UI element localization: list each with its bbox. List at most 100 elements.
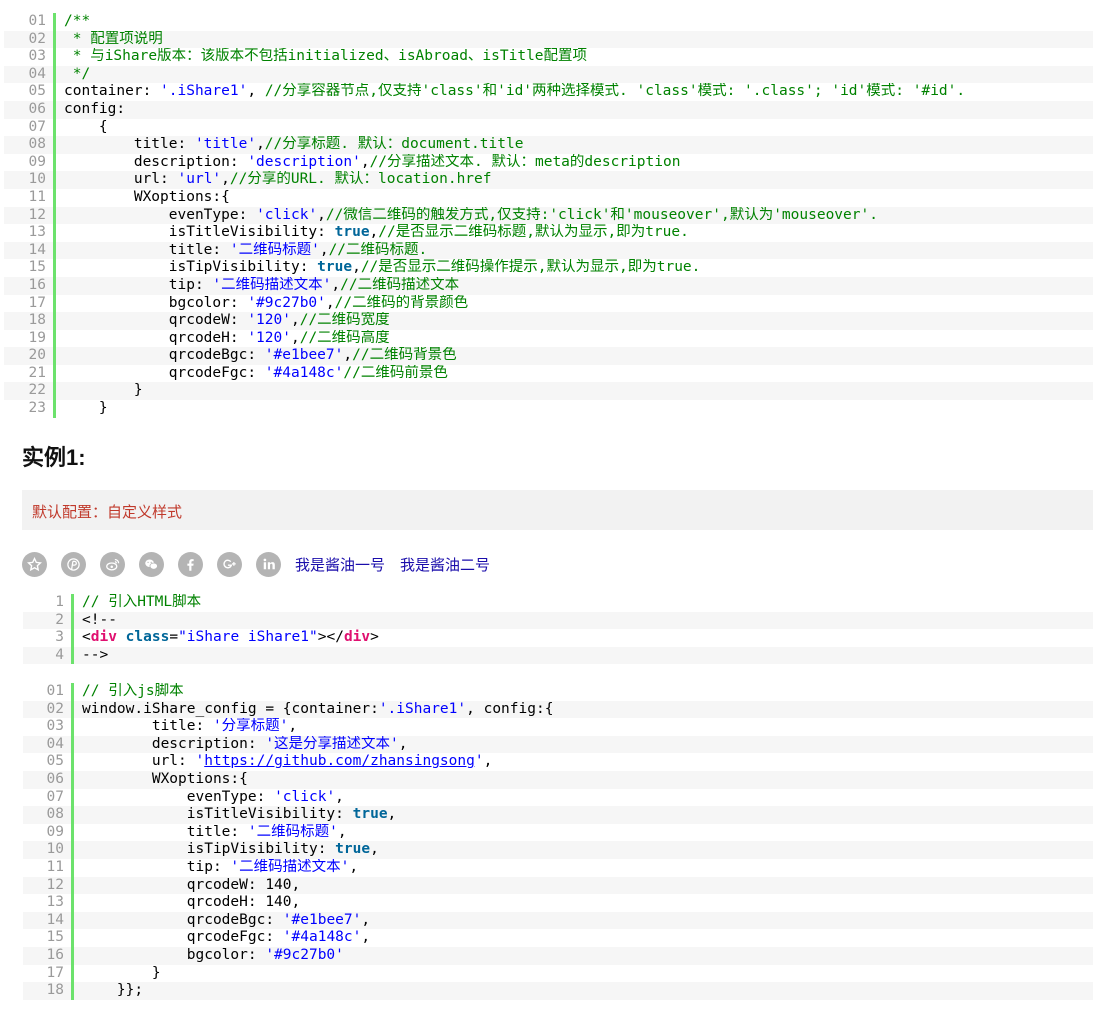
code-token: true <box>352 806 388 823</box>
code-token: , <box>290 312 300 329</box>
code-text: qrcodeW: 140, <box>74 877 1093 895</box>
share-link-one[interactable]: 我是酱油一号 <box>295 554 385 575</box>
wechat-icon[interactable] <box>139 551 164 577</box>
code-text: evenType: 'click',//微信二维码的触发方式,仅支持:'clic… <box>56 207 1093 225</box>
code-token: '#e1bee7' <box>264 347 344 364</box>
line-number: 22 <box>28 382 46 399</box>
line-number: 11 <box>28 188 46 205</box>
code-token: , <box>288 718 298 735</box>
line-number: 15 <box>28 259 46 276</box>
code-token: //二维码的背景颜色 <box>334 294 469 311</box>
code-text: // 引入js脚本 <box>74 683 1093 701</box>
code-token: //微信二维码的触发方式,仅支持:'click'和'mouseover',默认为… <box>325 206 878 223</box>
line-number: 01 <box>28 13 46 29</box>
code-text: <div class="iShare iShare1"></div> <box>74 629 1093 647</box>
code-line: 3 <div class="iShare iShare1"></div> <box>23 629 1093 647</box>
code-token: '120' <box>247 312 291 329</box>
code-token: , <box>290 329 300 346</box>
code-token: , <box>256 136 265 153</box>
code-token: div <box>90 629 117 646</box>
code-line: 06 config: <box>4 100 1093 119</box>
star-icon[interactable] <box>22 551 47 577</box>
line-number: 09 <box>46 823 64 840</box>
code-token: * 配置项说明 <box>64 30 163 47</box>
code-text: bgcolor: '#9c27b0' <box>74 947 1093 965</box>
code-token: config: <box>64 100 126 117</box>
line-number: 12 <box>28 206 46 223</box>
code-text: qrcodeBgc: '#e1bee7', <box>74 912 1093 930</box>
code-token[interactable]: https://github.com/zhansingsong <box>204 753 475 769</box>
code-text: qrcodeFgc: '#4a148c'//二维码前景色 <box>56 365 1093 383</box>
line-number: 03 <box>46 718 64 735</box>
code-text: */ <box>56 66 1093 84</box>
code-line: 09 description: 'description',//分享描述文本. … <box>4 153 1093 172</box>
line-number: 02 <box>28 30 46 47</box>
code-token: 'click' <box>256 206 318 223</box>
code-token: //二维码标题. <box>328 241 428 258</box>
line-number: 16 <box>28 276 46 293</box>
code-token: //是否显示二维码标题,默认为显示,即为true. <box>378 224 689 241</box>
code-token: // 引入js脚本 <box>82 683 184 699</box>
code-token: //分享描述文本. 默认：meta的description <box>369 153 681 170</box>
line-number: 07 <box>28 118 46 135</box>
code-line: 09 title: '二维码标题', <box>23 823 1093 842</box>
code-text: } <box>56 382 1093 400</box>
code-text: WXoptions:{ <box>74 771 1093 789</box>
line-number: 13 <box>46 894 64 911</box>
code-token: '二维码标题' <box>229 241 320 258</box>
example-heading: 实例1: <box>22 445 86 470</box>
share-link-two[interactable]: 我是酱油二号 <box>400 554 490 575</box>
code-token: //二维码宽度 <box>299 312 390 329</box>
code-text: --> <box>74 647 1093 665</box>
note-box: 默认配置：自定义样式 <box>22 490 1093 530</box>
code-token: '#e1bee7' <box>282 911 362 928</box>
code-token: , <box>319 241 329 258</box>
line-number: 14 <box>46 911 64 928</box>
code-token: qrcodeFgc: <box>82 929 283 946</box>
code-token: url: <box>82 753 196 770</box>
code-text: container: '.iShare1', //分享容器节点,仅支持'clas… <box>56 83 1093 101</box>
line-number: 10 <box>46 841 64 858</box>
code-token: , config:{ <box>466 700 554 717</box>
code-token: bgcolor: <box>82 946 266 963</box>
code-line: 2 <!-- <box>23 611 1093 630</box>
code-text: // 引入HTML脚本 <box>74 594 1093 612</box>
code-text: evenType: 'click', <box>74 789 1093 807</box>
line-number: 23 <box>28 400 46 417</box>
code-token: isTipVisibility: <box>64 259 318 276</box>
code-token: qrcodeH: <box>64 329 248 346</box>
code-token: , <box>221 171 230 188</box>
code-token: isTipVisibility: <box>82 841 336 858</box>
line-number: 03 <box>28 48 46 65</box>
code-token: --> <box>82 646 109 663</box>
line-number: 14 <box>28 241 46 258</box>
code-token: 'title' <box>194 136 257 153</box>
code-token: title: <box>82 718 213 735</box>
weibo-icon[interactable] <box>100 551 125 577</box>
code-token: tip: <box>64 276 213 293</box>
line-number: 06 <box>28 100 46 117</box>
google-plus-icon[interactable] <box>217 551 242 577</box>
code-text: qrcodeBgc: '#e1bee7',//二维码背景色 <box>56 347 1093 365</box>
code-line: 17 } <box>23 964 1093 983</box>
linkedin-icon[interactable] <box>256 551 281 577</box>
line-number: 18 <box>46 982 64 999</box>
line-number: 4 <box>55 646 64 663</box>
code-line: 18 }}; <box>23 982 1093 1000</box>
line-number: 17 <box>28 294 46 311</box>
code-line: 23 } <box>4 400 1093 418</box>
code-token: '#4a148c' <box>264 364 344 381</box>
code-line: 13 isTitleVisibility: true,//是否显示二维码标题,默… <box>4 224 1093 242</box>
code-line: 19 qrcodeH: '120',//二维码高度 <box>4 329 1093 348</box>
pinterest-icon[interactable] <box>61 551 86 577</box>
code-token: , <box>317 206 326 223</box>
code-text: isTitleVisibility: true,//是否显示二维码标题,默认为显… <box>56 224 1093 242</box>
code-token: = <box>169 629 179 646</box>
code-token: window.iShare_config = {container: <box>82 700 379 717</box>
code-token: , <box>337 823 347 840</box>
facebook-icon[interactable] <box>178 551 203 577</box>
code-token: 'description' <box>247 153 361 170</box>
code-token: qrcodeFgc: <box>64 364 265 381</box>
code-text: isTipVisibility: true,//是否显示二维码操作提示,默认为显… <box>56 259 1093 277</box>
line-number: 01 <box>46 683 64 699</box>
